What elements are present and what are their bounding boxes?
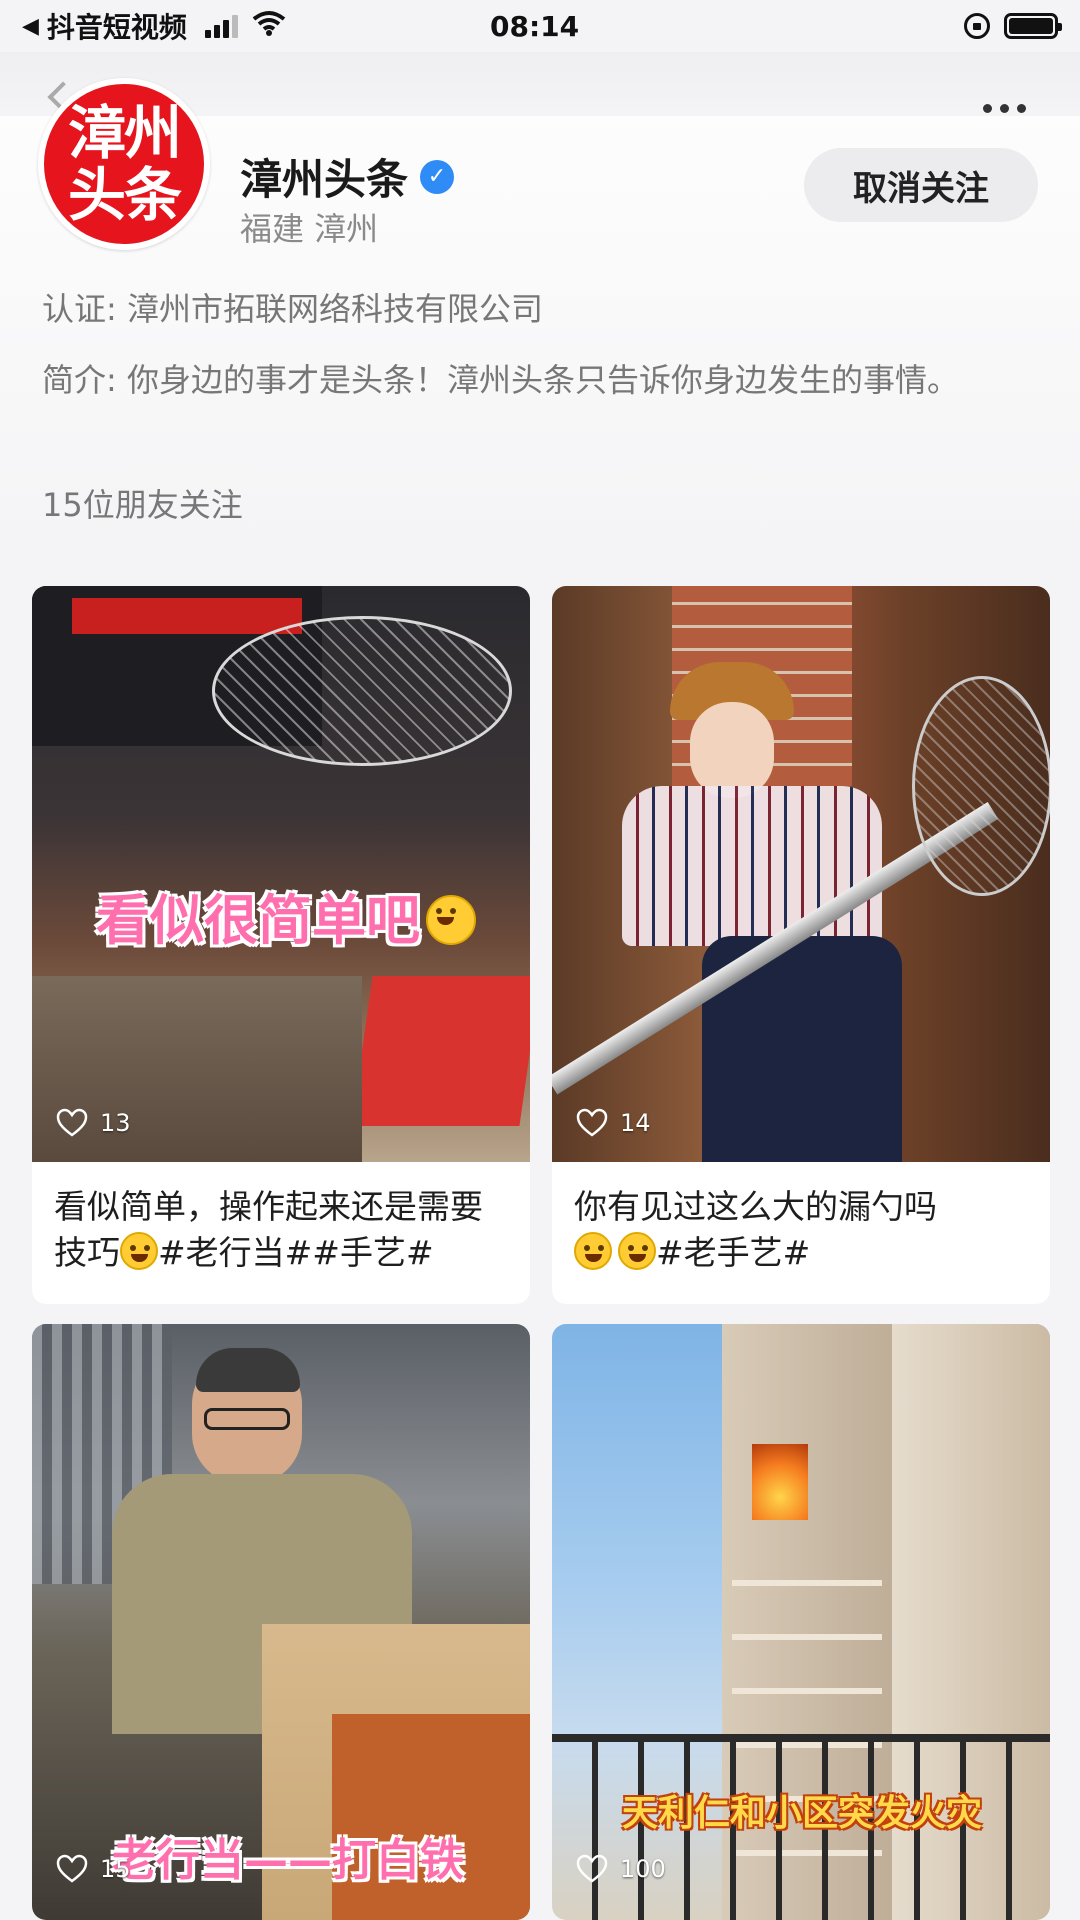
video-thumbnail: 天利仁和小区突发火灾 100 bbox=[552, 1324, 1050, 1920]
video-thumbnail: 老行当——打白铁 15 bbox=[32, 1324, 530, 1920]
back-triangle-icon: ◀ bbox=[22, 13, 39, 39]
heart-icon bbox=[56, 1108, 88, 1138]
crying-laugh-emoji-icon bbox=[618, 1232, 656, 1270]
video-thumbnail: 看似很简单吧 13 bbox=[32, 586, 530, 1162]
likes-count: 100 bbox=[620, 1855, 666, 1883]
video-overlay-text: 天利仁和小区突发火灾 bbox=[622, 1793, 983, 1834]
likes-counter: 14 bbox=[576, 1108, 651, 1138]
battery-icon bbox=[1004, 13, 1062, 39]
certification-text: 认证: 漳州市拓联网络科技有限公司 bbox=[42, 290, 543, 328]
video-card[interactable]: 天利仁和小区突发火灾 100 bbox=[552, 1324, 1050, 1920]
grin-emoji-icon bbox=[426, 895, 476, 945]
video-overlay-text: 看似很简单吧 bbox=[96, 876, 476, 955]
more-options-icon[interactable] bbox=[983, 104, 1026, 113]
wire-basket-shape bbox=[212, 616, 512, 766]
man-hair-shape bbox=[196, 1348, 300, 1392]
ladle-net-shape bbox=[912, 676, 1050, 896]
face-shape bbox=[690, 702, 774, 798]
crying-laugh-emoji-icon bbox=[120, 1232, 158, 1270]
bench-panel-shape bbox=[332, 1714, 530, 1920]
fire-window-shape bbox=[752, 1444, 808, 1520]
profile-header: 漳州 头条 漳州头条 ✓ 福建 漳州 取消关注 认证: 漳州市拓联网络科技有限公… bbox=[0, 78, 1080, 556]
video-caption: 看似简单，操作起来还是需要技巧 #老行当##手艺# bbox=[54, 1187, 483, 1272]
red-mat-shape bbox=[351, 976, 530, 1126]
heart-icon bbox=[56, 1854, 88, 1884]
video-overlay-text: 老行当——打白铁 bbox=[112, 1835, 464, 1886]
rotation-lock-icon bbox=[964, 13, 990, 39]
back-app-label: 抖音短视频 bbox=[46, 11, 187, 44]
likes-count: 15 bbox=[100, 1855, 131, 1883]
likes-counter: 15 bbox=[56, 1854, 131, 1884]
heart-icon bbox=[576, 1854, 608, 1884]
likes-counter: 100 bbox=[576, 1854, 666, 1884]
video-card[interactable]: 14 你有见过这么大的漏勺吗 #老手艺# bbox=[552, 586, 1050, 1304]
avatar[interactable]: 漳州 头条 bbox=[38, 78, 210, 250]
likes-count: 14 bbox=[620, 1109, 651, 1137]
video-card[interactable]: 看似很简单吧 13 看似简单，操作起来还是需要技巧 #老行当##手艺# bbox=[32, 586, 530, 1304]
verified-badge-icon: ✓ bbox=[420, 159, 455, 194]
video-thumbnail: 14 bbox=[552, 586, 1050, 1162]
glasses-shape bbox=[204, 1408, 290, 1430]
signal-icon bbox=[204, 14, 238, 38]
likes-counter: 13 bbox=[56, 1108, 131, 1138]
account-location: 福建 漳州 bbox=[240, 210, 379, 248]
plaid-shirt-shape bbox=[622, 786, 882, 946]
avatar-text-line2: 头条 bbox=[67, 161, 182, 229]
unfollow-button[interactable]: 取消关注 bbox=[804, 148, 1038, 222]
status-bar: ◀ 抖音短视频 08:14 bbox=[0, 0, 1080, 52]
back-to-app[interactable]: ◀ 抖音短视频 bbox=[22, 6, 286, 46]
wifi-icon bbox=[252, 10, 286, 43]
video-card[interactable]: 老行当——打白铁 15 bbox=[32, 1324, 530, 1920]
likes-count: 13 bbox=[100, 1109, 131, 1137]
clock: 08:14 bbox=[490, 9, 580, 43]
friends-following-text[interactable]: 15位朋友关注 bbox=[42, 480, 243, 526]
crying-laugh-emoji-icon bbox=[574, 1232, 612, 1270]
jacket-stripe-shape bbox=[72, 598, 302, 634]
heart-icon bbox=[576, 1108, 608, 1138]
video-caption: 你有见过这么大的漏勺吗 #老手艺# bbox=[574, 1187, 937, 1272]
avatar-text-line1: 漳州 bbox=[67, 99, 182, 167]
account-name: 漳州头条 bbox=[240, 155, 409, 204]
bio-text: 简介: 你身边的事才是头条！漳州头条只告诉你身边发生的事情。 bbox=[42, 361, 959, 399]
